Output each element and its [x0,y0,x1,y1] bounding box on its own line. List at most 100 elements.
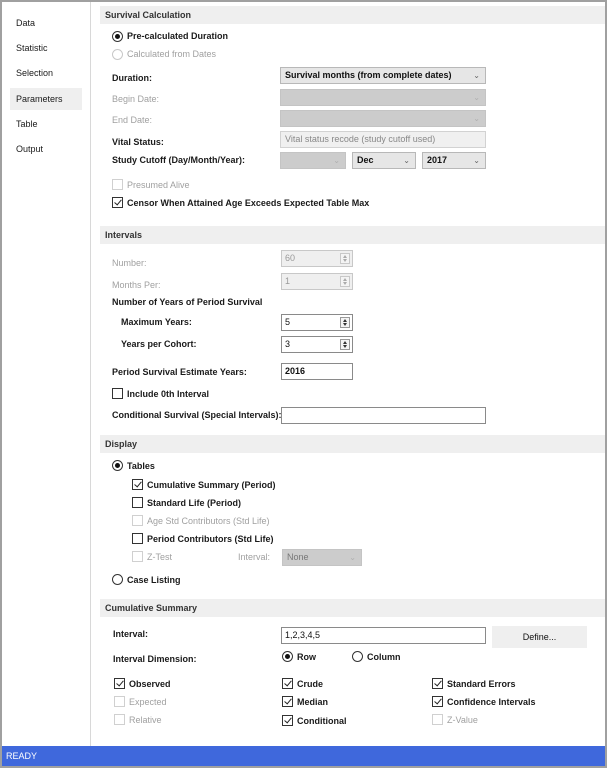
maximum-years-value: 5 [285,317,291,327]
window: Data Statistic Selection Parameters Tabl… [2,2,605,766]
z-value-checkbox[interactable] [432,714,443,725]
duration-label: Duration: [112,73,152,83]
sidebar-item-table[interactable]: Table [10,113,82,135]
cumulative-summary-checkbox[interactable] [132,479,143,490]
period-contributors-checkbox[interactable] [132,533,143,544]
sidebar-item-data[interactable]: Data [10,12,82,34]
chevron-down-icon: ⌄ [473,93,480,102]
section-header-cumulative-summary: Cumulative Summary [100,599,605,617]
tables-radio[interactable] [112,460,123,471]
define-button[interactable]: Define... [492,626,587,648]
age-std-contributors-label: Age Std Contributors (Std Life) [147,516,270,526]
crude-label: Crude [297,679,324,689]
begin-date-select[interactable]: ⌄ [280,89,486,106]
interval-input[interactable]: 1,2,3,4,5 [281,627,486,644]
period-survival-heading: Number of Years of Period Survival [112,297,263,307]
maximum-years-label: Maximum Years: [121,317,192,327]
years-per-cohort-stepper[interactable]: 3 [281,336,353,353]
begin-date-label: Begin Date: [112,94,160,104]
chevron-down-icon: ⌄ [403,156,410,165]
standard-life-label: Standard Life (Period) [147,498,242,508]
conditional-label: Conditional [297,716,347,726]
pre-calculated-duration-radio[interactable] [112,31,123,42]
include-0th-interval-checkbox[interactable] [112,388,123,399]
confidence-intervals-checkbox[interactable] [432,696,443,707]
relative-label: Relative [129,715,162,725]
calculated-from-dates-label: Calculated from Dates [127,49,217,59]
number-stepper[interactable]: 60 [281,250,353,267]
expected-label: Expected [129,697,167,707]
include-0th-interval-label: Include 0th Interval [127,389,210,399]
tables-label: Tables [127,461,155,471]
z-test-checkbox[interactable] [132,551,143,562]
conditional-checkbox[interactable] [282,715,293,726]
number-value: 60 [285,253,296,263]
study-cutoff-year-value: 2017 [427,155,448,165]
case-listing-radio[interactable] [112,574,123,585]
median-checkbox[interactable] [282,696,293,707]
row-radio[interactable] [282,651,293,662]
spin-arrows-icon[interactable] [340,253,350,264]
section-header-intervals: Intervals [100,226,605,244]
spin-arrows-icon[interactable] [340,339,350,350]
maximum-years-stepper[interactable]: 5 [281,314,353,331]
standard-life-checkbox[interactable] [132,497,143,508]
study-cutoff-label: Study Cutoff (Day/Month/Year): [112,155,245,165]
age-std-contributors-checkbox[interactable] [132,515,143,526]
end-date-label: End Date: [112,115,153,125]
months-per-stepper[interactable]: 1 [281,273,353,290]
pre-calculated-duration-label: Pre-calculated Duration [127,31,229,41]
end-date-select[interactable]: ⌄ [280,110,486,127]
median-label: Median [297,697,329,707]
presumed-alive-checkbox[interactable] [112,179,123,190]
censor-label: Censor When Attained Age Exceeds Expecte… [127,198,370,208]
standard-errors-checkbox[interactable] [432,678,443,689]
sidebar-item-selection[interactable]: Selection [10,62,82,84]
standard-errors-label: Standard Errors [447,679,516,689]
years-per-cohort-value: 3 [285,339,291,349]
study-cutoff-month-select[interactable]: Dec ⌄ [352,152,416,169]
z-value-label: Z-Value [447,715,478,725]
conditional-survival-input[interactable] [281,407,486,424]
calculated-from-dates-radio[interactable] [112,49,123,60]
years-per-cohort-label: Years per Cohort: [121,339,197,349]
z-test-interval-value: None [287,552,309,562]
cumulative-summary-label: Cumulative Summary (Period) [147,480,276,490]
row-label: Row [297,652,316,662]
period-estimate-years-input[interactable]: 2016 [281,363,353,380]
spin-arrows-icon[interactable] [340,276,350,287]
duration-value: Survival months (from complete dates) [285,70,452,80]
column-label: Column [367,652,401,662]
vital-status-label: Vital Status: [112,137,164,147]
parameters-panel: Survival Calculation Pre-calculated Dura… [92,2,605,746]
interval-dimension-label: Interval Dimension: [113,654,197,664]
chevron-down-icon: ⌄ [473,156,480,165]
vital-status-field: Vital status recode (study cutoff used) [280,131,486,148]
period-contributors-label: Period Contributors (Std Life) [147,534,274,544]
spin-arrows-icon[interactable] [340,317,350,328]
status-bar: READY [2,746,605,766]
period-estimate-years-label: Period Survival Estimate Years: [112,367,247,377]
study-cutoff-day-select[interactable]: ⌄ [280,152,346,169]
duration-select[interactable]: Survival months (from complete dates) ⌄ [280,67,486,84]
censor-checkbox[interactable] [112,197,123,208]
sidebar-item-statistic[interactable]: Statistic [10,37,82,59]
sidebar-item-parameters[interactable]: Parameters [10,88,82,110]
months-per-value: 1 [285,276,291,286]
interval-label: Interval: [113,629,149,639]
sidebar-item-output[interactable]: Output [10,138,82,160]
conditional-survival-label: Conditional Survival (Special Intervals)… [112,410,282,420]
z-test-interval-select[interactable]: None ⌄ [282,549,362,566]
chevron-down-icon: ⌄ [333,156,340,165]
observed-label: Observed [129,679,171,689]
column-radio[interactable] [352,651,363,662]
chevron-down-icon: ⌄ [473,71,480,80]
crude-checkbox[interactable] [282,678,293,689]
chevron-down-icon: ⌄ [473,114,480,123]
months-per-label: Months Per: [112,280,161,290]
observed-checkbox[interactable] [114,678,125,689]
study-cutoff-month-value: Dec [357,155,374,165]
expected-checkbox[interactable] [114,696,125,707]
relative-checkbox[interactable] [114,714,125,725]
study-cutoff-year-select[interactable]: 2017 ⌄ [422,152,486,169]
